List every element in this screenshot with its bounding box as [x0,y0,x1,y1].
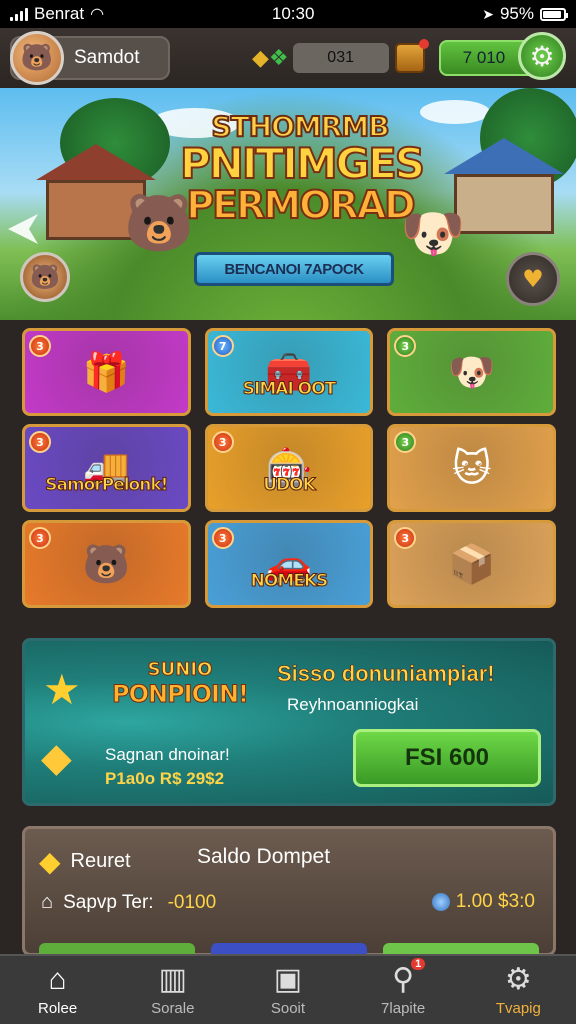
game-card[interactable]: 3 📦 [387,520,556,608]
nav-label: 7lapite [381,999,426,1017]
game-card[interactable]: 3 🎰 UDOK [204,424,374,512]
username: Samdot [74,47,140,68]
home-icon: ⌂ [48,962,67,996]
carrier-name: Benrat [34,4,85,23]
wifi-icon: ◠ [90,6,105,23]
buy-button[interactable]: FSI 600 [353,729,541,787]
small-avatar[interactable]: 🐻 [20,252,70,302]
card-label: UDOK [263,475,317,496]
tag-icon: ◆ [41,735,72,781]
game-card[interactable]: 7 🧰 SIMAI OOT [204,328,374,416]
game-card[interactable]: 3 🐻 [22,520,191,608]
game-card[interactable]: 3 🐶 [387,328,556,416]
card-art-icon: 🎁 [82,349,130,394]
card-badge: 3 [211,527,234,549]
card-art-icon: 🐱 [451,446,492,490]
chest-icon[interactable] [394,39,429,73]
promo-subheading: Reyhnoanniogkai [287,695,419,714]
card-badge: 3 [394,335,417,357]
location-icon: ➤ [482,5,494,22]
card-badge: 7 [211,335,234,357]
currency-display[interactable]: ◆ ❖ 031 [252,39,429,73]
status-bar: Benrat ◠ 10:30 ➤ 95% [0,0,576,28]
heart-icon: ♥ [522,265,544,293]
card-art-icon: 🐻 [82,541,130,586]
building-icon: ⌂ [41,891,54,913]
banner-title: STHOMRMB PNITIMGES PERMORAD [179,109,426,227]
card-badge: 3 [211,431,234,453]
card-art-icon: 🐶 [448,349,496,394]
wallet-balance: 1.00 $3:0 [455,891,535,912]
card-badge: 3 [29,335,51,357]
nav-item-7lapite[interactable]: ⚲ 7lapite 1 [355,957,451,1017]
game-card[interactable]: 3 🚚 SamorPelonk! [22,424,191,512]
gear-icon: ⚙ [504,962,532,996]
nav-item-tvapig[interactable]: ⚙ Tvapig [470,962,566,1017]
nav-label: Sooit [270,999,306,1017]
banner-subtitle: BENCANOI 7APOCK [194,252,394,286]
wallet-tag: Reuret [70,850,131,872]
nav-label: Tvapig [495,999,541,1017]
card-label: SIMAI OOT [242,379,336,400]
nav-item-sorale[interactable]: ▥ Sorale [125,962,221,1017]
nav-item-rolee[interactable]: ⌂ Rolee [10,962,106,1017]
card-label: NOMEKS [250,571,329,592]
notification-badge: 1 [411,957,426,970]
bottom-nav: ⌂ Rolee ▥ Sorale ▣ Sooit ⚲ 7lapite 1 ⚙ Tvapig [0,954,576,1024]
wallet-row-label: Sapvp Ter: [63,891,154,913]
cards-icon: ▥ [158,962,187,996]
top-header: 🐻 Samdot ◆ ❖ 031 7 010 [0,28,576,88]
signal-icon [10,7,28,21]
backpack-icon: ▣ [273,962,303,996]
settings-button[interactable]: ⚙ [518,32,566,80]
card-badge: 3 [29,527,51,549]
card-badge: 3 [394,527,417,549]
game-grid: 3 🎁 7 🧰 SIMAI OOT 3 🐶 3 🚚 SamorPelonk! 3 🎰 UDOK 3 🐱 3 🐻 3… [22,328,556,608]
gear-icon: ⚙ [529,39,555,73]
card-art-icon: 📦 [448,541,496,586]
promo-price: P1a0o R$ 29$2 [105,769,225,788]
nav-item-sooit[interactable]: ▣ Sooit [240,962,336,1017]
gem-count: 031 [292,43,389,73]
coin-icon [431,893,450,911]
game-card[interactable]: 3 🎁 [22,328,191,416]
game-card[interactable]: 3 🚗 NOMEKS [204,520,374,608]
promo-caption: Sagnan dnoinar! [105,745,230,764]
card-badge: 3 [394,431,417,453]
wallet-row-value: -0100 [167,891,217,913]
battery-percent: 95% [499,4,534,23]
card-badge: 3 [29,431,51,453]
nav-label: Rolee [37,999,78,1017]
gem-icon: ◆ ❖ [252,45,289,71]
avatar[interactable]: 🐻 [10,31,64,85]
banner-prev-arrow-icon[interactable] [8,214,38,244]
search-icon: ⚲ [392,962,415,996]
battery-icon [540,7,568,21]
favorite-button[interactable]: ♥ [506,252,560,306]
wallet-panel: ◆ Reuret Saldo Dompet ⌂ Sapvp Ter: -0100… [22,826,556,957]
profile-chip[interactable]: 🐻 Samdot [10,31,170,85]
nav-label: Sorale [151,999,195,1017]
card-label: SamorPelonk! [45,475,169,496]
game-card[interactable]: 3 🐱 [387,424,556,512]
diamond-icon: ◆ [39,846,61,877]
star-icon: ★ [43,665,81,714]
promo-heading: Sisso donuniampiar! [277,661,495,687]
promo-panel: ★ SUNIO PONPIOIN! ◆ Sagnan dnoinar! P1a0… [22,638,556,806]
promo-logo: SUNIO PONPIOIN! [112,659,250,709]
clock: 10:30 [271,4,315,23]
wallet-title: Saldo Dompet [197,845,331,868]
